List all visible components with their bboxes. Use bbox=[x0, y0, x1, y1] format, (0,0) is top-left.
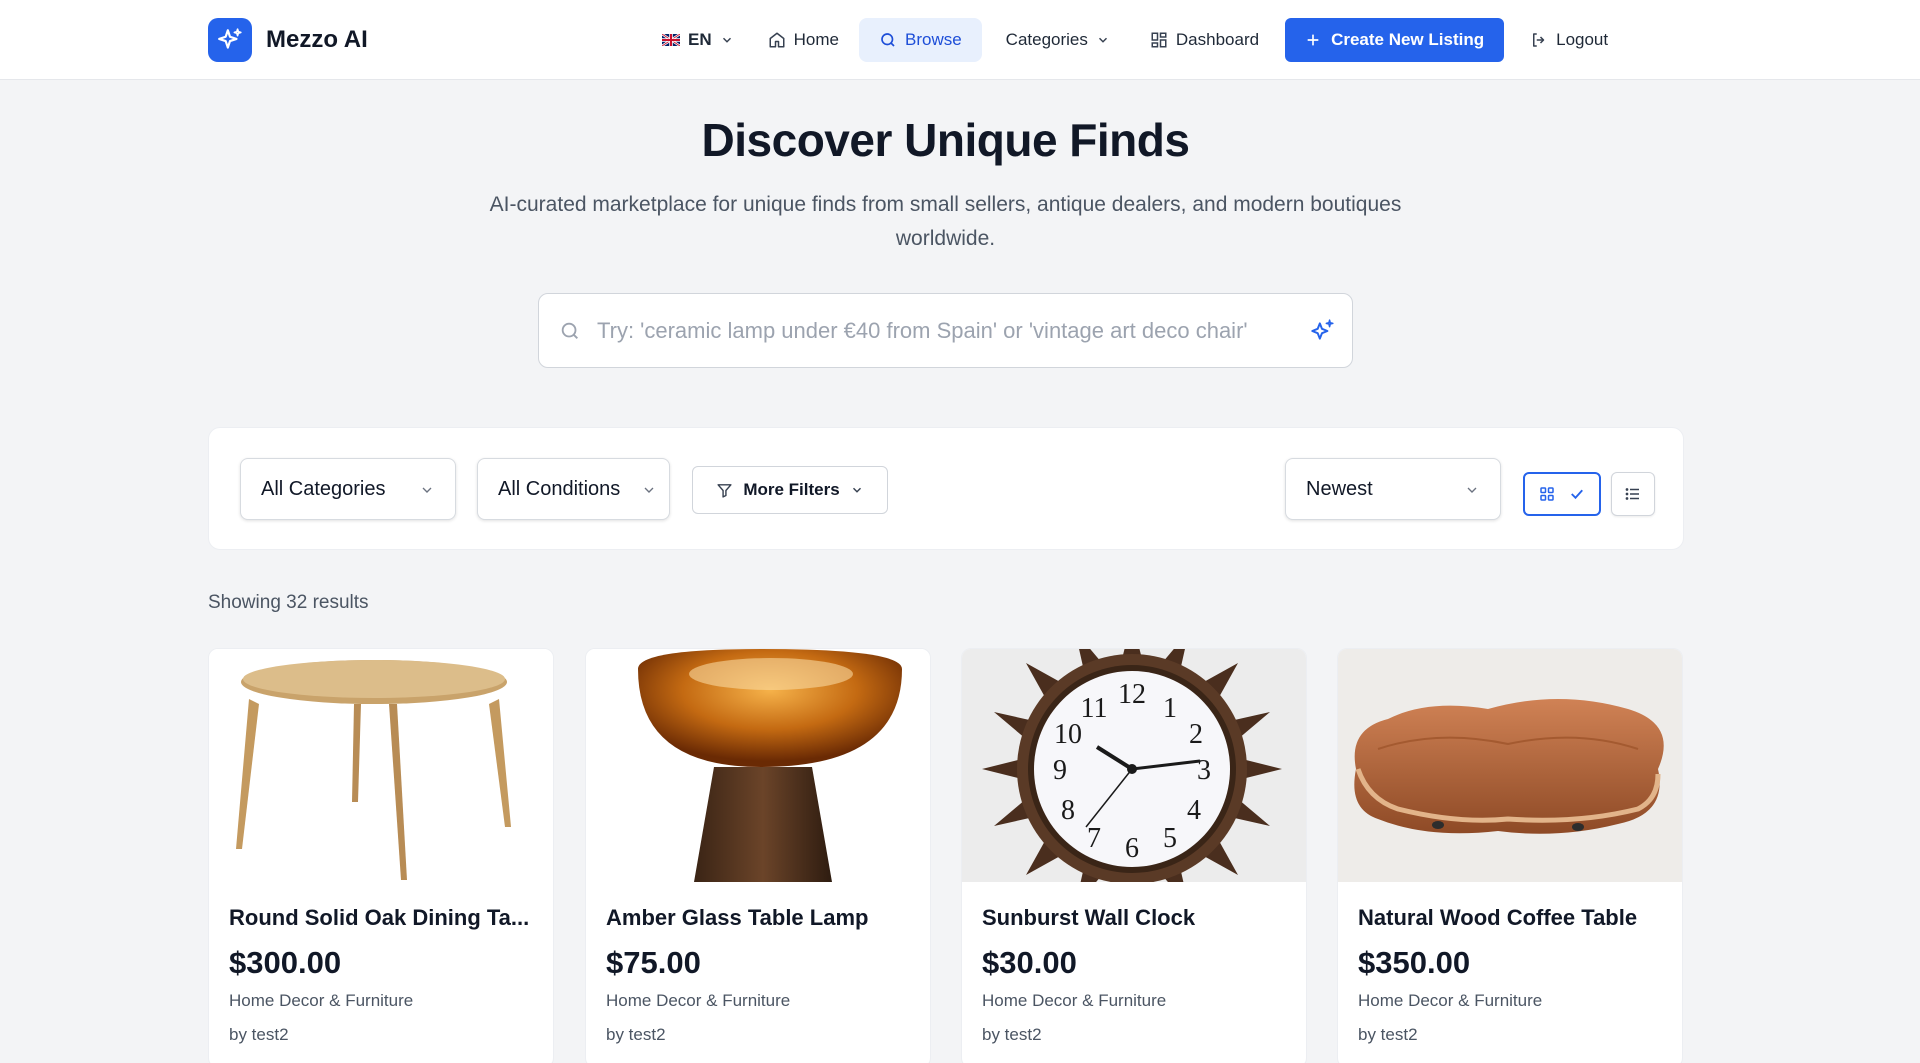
dashboard-grid-icon bbox=[1151, 32, 1167, 48]
language-selector[interactable]: EN bbox=[648, 18, 748, 62]
listing-category: Home Decor & Furniture bbox=[982, 991, 1167, 1010]
check-icon bbox=[1571, 489, 1584, 500]
svg-text:8: 8 bbox=[1061, 795, 1075, 826]
sort-select-value: Newest bbox=[1306, 477, 1373, 500]
create-listing-button[interactable]: Create New Listing bbox=[1285, 18, 1505, 62]
condition-select[interactable]: All Conditions bbox=[477, 458, 670, 520]
page-subtitle: AI-curated marketplace for unique finds … bbox=[489, 193, 1402, 250]
listing-category: Home Decor & Furniture bbox=[606, 991, 791, 1010]
svg-text:9: 9 bbox=[1053, 755, 1067, 786]
logout-icon bbox=[1533, 33, 1545, 47]
listing-category: Home Decor & Furniture bbox=[229, 991, 414, 1010]
listing-title[interactable]: Amber Glass Table Lamp bbox=[606, 905, 916, 931]
listing-card[interactable]: Round Solid Oak Dining Ta... $300.00 Hom… bbox=[208, 648, 554, 1063]
listing-card[interactable]: Natural Wood Coffee Table $350.00 Home D… bbox=[1337, 648, 1683, 1063]
grid-view-toggle[interactable] bbox=[1523, 472, 1601, 516]
brand-name: Mezzo AI bbox=[266, 26, 368, 53]
language-label: EN bbox=[688, 30, 712, 49]
create-listing-label: Create New Listing bbox=[1331, 30, 1485, 49]
search-bar bbox=[538, 293, 1353, 368]
nav-dashboard[interactable]: Dashboard bbox=[1136, 18, 1273, 62]
nav-dashboard-label: Dashboard bbox=[1175, 30, 1260, 49]
logout-button[interactable]: Logout bbox=[1516, 18, 1622, 62]
results-count: Showing 32 results bbox=[208, 592, 369, 613]
listing-image-wood-coffee-table[interactable] bbox=[1338, 649, 1682, 882]
home-icon bbox=[769, 32, 785, 48]
svg-text:6: 6 bbox=[1125, 833, 1139, 864]
listing-title[interactable]: Natural Wood Coffee Table bbox=[1358, 905, 1668, 931]
svg-text:7: 7 bbox=[1087, 823, 1101, 854]
svg-text:10: 10 bbox=[1054, 719, 1082, 750]
nav-browse-label: Browse bbox=[904, 30, 962, 49]
chevron-down-icon bbox=[1467, 487, 1477, 493]
nav-home[interactable]: Home bbox=[754, 18, 853, 62]
chevron-down-icon bbox=[852, 487, 861, 493]
brand[interactable]: Mezzo AI bbox=[208, 18, 368, 62]
category-select-value: All Categories bbox=[261, 477, 386, 500]
sparkle-logo-icon bbox=[208, 18, 252, 62]
listing-price: $75.00 bbox=[606, 945, 701, 980]
chevron-down-icon bbox=[1098, 37, 1107, 43]
svg-text:5: 5 bbox=[1163, 823, 1177, 854]
chevron-down-icon bbox=[644, 487, 654, 493]
ai-sparkle-icon[interactable] bbox=[1309, 318, 1335, 344]
listing-price: $350.00 bbox=[1358, 945, 1471, 980]
chevron-down-icon bbox=[722, 37, 731, 43]
listing-card[interactable]: Amber Glass Table Lamp $75.00 Home Decor… bbox=[585, 648, 931, 1063]
listing-seller: by test2 bbox=[982, 1025, 1042, 1044]
grid-icon bbox=[1539, 487, 1554, 501]
listing-seller: by test2 bbox=[1358, 1025, 1418, 1044]
plus-icon bbox=[1307, 34, 1319, 46]
more-filters-button[interactable]: More Filters bbox=[692, 466, 888, 514]
search-icon bbox=[561, 322, 578, 339]
more-filters-label: More Filters bbox=[743, 480, 840, 499]
nav-categories[interactable]: Categories bbox=[992, 18, 1124, 62]
top-navbar: Mezzo AI EN Home Browse Categories Dashb… bbox=[0, 0, 1920, 80]
listing-category: Home Decor & Furniture bbox=[1358, 991, 1543, 1010]
nav-home-label: Home bbox=[793, 30, 839, 49]
svg-text:11: 11 bbox=[1081, 693, 1108, 724]
listing-image-sunburst-clock[interactable]: 12 3 6 9 1 2 4 5 7 8 10 11 bbox=[962, 649, 1306, 882]
logout-label: Logout bbox=[1556, 30, 1609, 49]
nav-categories-label: Categories bbox=[1005, 30, 1088, 49]
listing-image-amber-lamp[interactable] bbox=[586, 649, 930, 882]
search-icon bbox=[881, 33, 895, 47]
filter-bar: All Categories All Conditions More Filte… bbox=[208, 427, 1684, 550]
filter-funnel-icon bbox=[717, 483, 732, 498]
svg-text:2: 2 bbox=[1189, 719, 1203, 750]
listing-title[interactable]: Round Solid Oak Dining Ta... bbox=[229, 905, 539, 931]
svg-text:1: 1 bbox=[1163, 693, 1177, 724]
page-title: Discover Unique Finds bbox=[701, 114, 1190, 166]
nav-browse[interactable]: Browse bbox=[858, 18, 982, 62]
listing-price: $300.00 bbox=[229, 945, 342, 980]
listing-card[interactable]: 12 3 6 9 1 2 4 5 7 8 10 11 Sunburst Wall… bbox=[961, 648, 1307, 1063]
list-icon bbox=[1625, 488, 1639, 500]
listing-seller: by test2 bbox=[229, 1025, 289, 1044]
search-input[interactable] bbox=[597, 312, 1297, 350]
main-nav: EN Home Browse Categories Dashboard Crea… bbox=[648, 18, 1622, 62]
condition-select-value: All Conditions bbox=[498, 477, 621, 500]
svg-text:4: 4 bbox=[1187, 795, 1201, 826]
listing-seller: by test2 bbox=[606, 1025, 666, 1044]
uk-flag-icon bbox=[662, 34, 680, 46]
svg-text:12: 12 bbox=[1118, 679, 1146, 710]
category-select[interactable]: All Categories bbox=[240, 458, 456, 520]
listing-title[interactable]: Sunburst Wall Clock bbox=[982, 905, 1292, 931]
listing-price: $30.00 bbox=[982, 945, 1077, 980]
listing-image-oak-table[interactable] bbox=[209, 649, 553, 882]
list-view-toggle[interactable] bbox=[1611, 472, 1655, 516]
sort-select[interactable]: Newest bbox=[1285, 458, 1501, 520]
chevron-down-icon bbox=[422, 487, 432, 493]
